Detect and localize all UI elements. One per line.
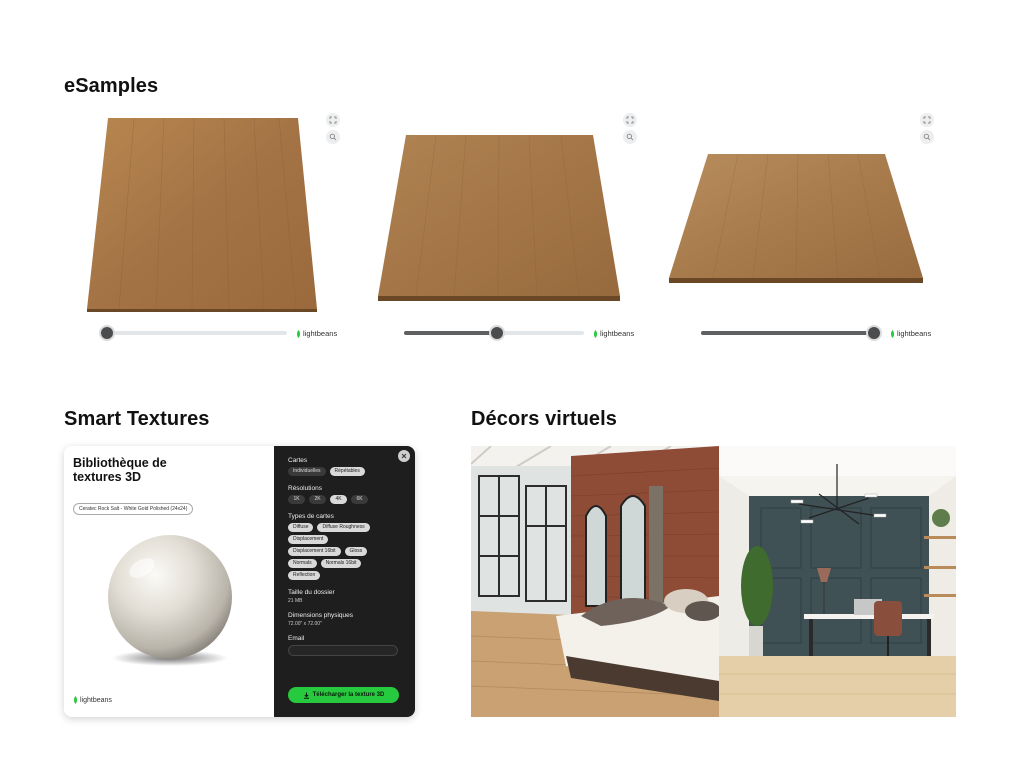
slider-fill: [404, 331, 497, 335]
page: eSamples lightbeans lightbeans lightbean…: [0, 0, 1020, 784]
folder-size-label: Taille du dossier: [288, 589, 335, 596]
slider-track[interactable]: [99, 331, 287, 335]
resolution-1k[interactable]: 1K: [288, 495, 305, 504]
brand-name: lightbeans: [600, 329, 635, 338]
option-individuelles[interactable]: Individuelles: [288, 467, 326, 476]
physical-dims-value: 72.00" x 72.00": [288, 621, 322, 627]
leaf-icon: [297, 329, 300, 338]
wood-board-image[interactable]: [361, 110, 651, 325]
brand-logo: lightbeans: [593, 329, 634, 338]
zoom-icon[interactable]: [623, 130, 637, 144]
resolution-6k[interactable]: 6K: [351, 495, 368, 504]
map-type-options: Diffuse Diffuse Roughness Displacement D…: [288, 523, 384, 580]
physical-dims-label: Dimensions physiques: [288, 612, 354, 619]
map-types-label: Types de cartes: [288, 513, 334, 520]
leaf-icon: [74, 696, 77, 704]
slider-thumb[interactable]: [489, 325, 505, 341]
zoom-icon[interactable]: [326, 130, 340, 144]
expand-icon[interactable]: [623, 113, 637, 127]
home-office-image[interactable]: [719, 446, 956, 717]
map-type-normals[interactable]: Normals: [288, 559, 317, 568]
brand-name: lightbeans: [897, 329, 932, 338]
esample-card: lightbeans: [361, 110, 651, 350]
material-sphere-preview[interactable]: [100, 532, 240, 672]
texture-preview-pane: Bibliothèque de textures 3D Ceratec Rock…: [64, 446, 274, 717]
esample-card: lightbeans: [64, 110, 354, 350]
esamples-title: eSamples: [64, 75, 159, 97]
slider-thumb[interactable]: [866, 325, 882, 341]
cartes-label: Cartes: [288, 457, 308, 464]
close-icon[interactable]: [398, 450, 410, 462]
texture-library-panel: Bibliothèque de textures 3D Ceratec Rock…: [64, 446, 415, 717]
material-name-chip[interactable]: Ceratec Rock Salt - White Gold Polished …: [73, 503, 194, 515]
download-icon: [303, 692, 309, 699]
wood-board-image[interactable]: [658, 110, 948, 325]
smart-textures-title: Smart Textures: [64, 408, 210, 430]
leaf-icon: [594, 329, 597, 338]
resolution-options: 1K 2K 4K 6K: [288, 495, 401, 504]
option-repetables[interactable]: Répétables: [329, 467, 365, 476]
slider-thumb[interactable]: [99, 325, 115, 341]
brand-name: lightbeans: [80, 696, 112, 704]
esample-card: lightbeans: [658, 110, 948, 350]
brand-name: lightbeans: [303, 329, 338, 338]
resolutions-label: Résolutions: [288, 485, 322, 492]
rotation-slider[interactable]: [701, 325, 882, 341]
folder-size-value: 21 MB: [288, 598, 303, 604]
cartes-options: Individuelles Répétables: [288, 467, 401, 476]
library-title: Bibliothèque de textures 3D: [73, 456, 167, 484]
slider-fill: [701, 331, 874, 335]
rotation-slider[interactable]: [404, 325, 584, 341]
map-type-displacement-16bit[interactable]: Displacement 16bit: [288, 547, 341, 556]
brand-logo: lightbeans: [890, 329, 931, 338]
map-type-normals-16bit[interactable]: Normals 16bit: [320, 559, 362, 568]
map-type-gloss[interactable]: Gloss: [344, 547, 368, 556]
wood-board-image[interactable]: [64, 110, 354, 325]
email-label: Email: [288, 635, 305, 642]
map-type-diffuse-roughness[interactable]: Diffuse Roughness: [317, 523, 370, 532]
download-label: Télécharger la texture 3D: [312, 692, 385, 698]
brand-logo: lightbeans: [296, 329, 337, 338]
expand-icon[interactable]: [920, 113, 934, 127]
brand-logo: lightbeans: [73, 696, 112, 704]
email-input[interactable]: [288, 645, 398, 656]
loft-bedroom-image[interactable]: [471, 446, 719, 717]
map-type-diffuse[interactable]: Diffuse: [288, 523, 314, 532]
expand-icon[interactable]: [326, 113, 340, 127]
leaf-icon: [891, 329, 894, 338]
texture-options-pane: Cartes Individuelles Répétables Résoluti…: [274, 446, 415, 717]
map-type-reflection[interactable]: Reflection: [288, 571, 321, 580]
zoom-icon[interactable]: [920, 130, 934, 144]
map-type-displacement[interactable]: Displacement: [288, 535, 329, 544]
download-texture-button[interactable]: Télécharger la texture 3D: [288, 687, 399, 703]
resolution-4k[interactable]: 4K: [330, 495, 347, 504]
resolution-2k[interactable]: 2K: [309, 495, 326, 504]
rotation-slider[interactable]: [99, 325, 287, 341]
decors-title: Décors virtuels: [471, 408, 618, 430]
